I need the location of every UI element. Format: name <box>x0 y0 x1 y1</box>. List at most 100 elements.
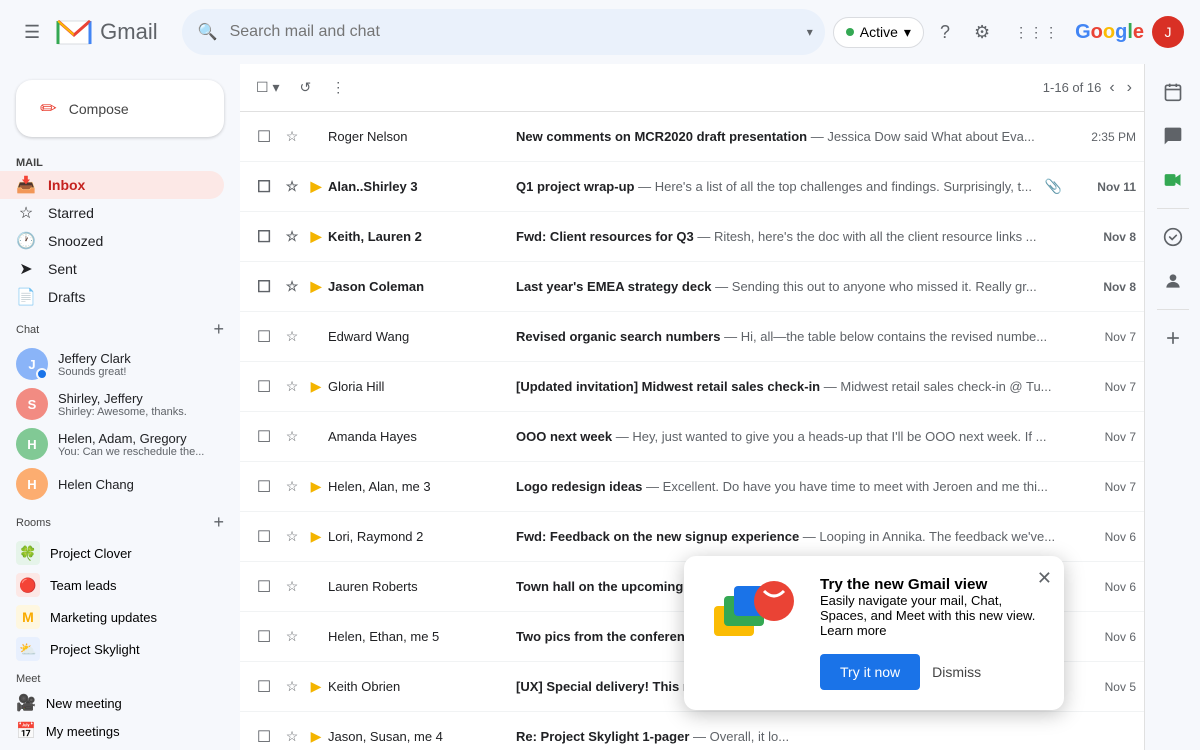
email-star-icon[interactable]: ☆ <box>280 378 304 395</box>
snoozed-label: Snoozed <box>48 233 103 249</box>
search-input[interactable] <box>182 9 825 55</box>
header-right: Active ▾ ? ⚙ ⋮⋮⋮ Google J <box>833 14 1184 51</box>
room-team-leads[interactable]: 🔴 Team leads <box>0 569 240 601</box>
meet-icon-btn[interactable] <box>1153 160 1193 200</box>
settings-button[interactable]: ⚙ <box>966 14 998 51</box>
meet-new-meeting[interactable]: 🎥 New meeting <box>0 689 240 717</box>
chat-user-jeffery[interactable]: J Jeffery Clark Sounds great! <box>0 344 240 384</box>
email-row[interactable]: ☐ ☆ ▶ Roger Nelson New comments on MCR20… <box>240 112 1144 162</box>
email-star-icon[interactable]: ☆ <box>280 178 304 195</box>
email-row[interactable]: ☐ ☆ ▶ Keith, Lauren 2 Fwd: Client resour… <box>240 212 1144 262</box>
sidebar-item-inbox[interactable]: 📥 Inbox <box>0 171 224 199</box>
more-options-button[interactable]: ⋮ <box>323 73 353 102</box>
prev-page-button[interactable]: ‹ <box>1105 75 1118 101</box>
email-sender: Jason, Susan, me 4 <box>328 729 508 744</box>
dismiss-button[interactable]: Dismiss <box>932 664 981 680</box>
chat-user-helen-chang[interactable]: H Helen Chang <box>0 464 240 504</box>
chat-user-status: Shirley: Awesome, thanks. <box>58 406 187 418</box>
email-checkbox[interactable]: ☐ <box>248 727 280 747</box>
compose-button[interactable]: ✏ Compose <box>16 80 224 137</box>
email-important-icon: ▶ <box>304 328 328 345</box>
people-icon-btn[interactable] <box>1153 261 1193 301</box>
email-star-icon[interactable]: ☆ <box>280 428 304 445</box>
email-sender: Roger Nelson <box>328 129 508 144</box>
email-important-icon: ▶ <box>304 128 328 145</box>
select-checkbox-button[interactable]: ☐ ▾ <box>248 73 287 102</box>
help-button[interactable]: ? <box>932 14 958 51</box>
email-star-icon[interactable]: ☆ <box>280 528 304 545</box>
email-sender: Lauren Roberts <box>328 579 508 594</box>
user-avatar[interactable]: J <box>1152 16 1184 48</box>
email-star-icon[interactable]: ☆ <box>280 678 304 695</box>
popup-card: ✕ <box>684 556 1064 710</box>
email-checkbox[interactable]: ☐ <box>248 127 280 147</box>
email-sender: Amanda Hayes <box>328 429 508 444</box>
email-star-icon[interactable]: ☆ <box>280 628 304 645</box>
email-subject: Fwd: Client resources for Q3 — Ritesh, h… <box>508 229 1066 244</box>
email-row[interactable]: ☐ ☆ ▶ Helen, Alan, me 3 Logo redesign id… <box>240 462 1144 512</box>
popup-text: Try the new Gmail view Easily navigate y… <box>820 576 1044 690</box>
inbox-icon: 📥 <box>16 175 36 195</box>
chat-user-info-helen-chang: Helen Chang <box>58 477 134 492</box>
email-important-icon: ▶ <box>304 428 328 445</box>
email-row[interactable]: ☐ ☆ ▶ Gloria Hill [Updated invitation] M… <box>240 362 1144 412</box>
chat-user-shirley[interactable]: S Shirley, Jeffery Shirley: Awesome, tha… <box>0 384 240 424</box>
refresh-button[interactable]: ↺ <box>291 73 319 102</box>
try-it-now-button[interactable]: Try it now <box>820 654 920 690</box>
email-checkbox[interactable]: ☐ <box>248 427 280 447</box>
email-time: Nov 8 <box>1066 230 1136 244</box>
chat-user-name: Helen Chang <box>58 477 134 492</box>
email-sender: Helen, Ethan, me 5 <box>328 629 508 644</box>
email-checkbox[interactable]: ☐ <box>248 177 280 197</box>
meet-my-meetings[interactable]: 📅 My meetings <box>0 717 240 745</box>
sidebar-item-snoozed[interactable]: 🕐 Snoozed <box>0 227 224 255</box>
calendar-icon-btn[interactable] <box>1153 72 1193 112</box>
next-page-button[interactable]: › <box>1123 75 1136 101</box>
email-star-icon[interactable]: ☆ <box>280 328 304 345</box>
popup-close-button[interactable]: ✕ <box>1037 568 1052 589</box>
email-star-icon[interactable]: ☆ <box>280 128 304 145</box>
email-checkbox[interactable]: ☐ <box>248 277 280 297</box>
gmail-m-icon <box>56 19 92 46</box>
sidebar-item-starred[interactable]: ☆ Starred <box>0 199 224 227</box>
tasks-icon-btn[interactable] <box>1153 217 1193 257</box>
room-project-clover[interactable]: 🍀 Project Clover <box>0 537 240 569</box>
email-star-icon[interactable]: ☆ <box>280 478 304 495</box>
active-status-badge[interactable]: Active ▾ <box>833 17 924 48</box>
email-star-icon[interactable]: ☆ <box>280 728 304 745</box>
email-checkbox[interactable]: ☐ <box>248 527 280 547</box>
email-checkbox[interactable]: ☐ <box>248 477 280 497</box>
email-checkbox[interactable]: ☐ <box>248 677 280 697</box>
active-dot <box>846 28 854 36</box>
search-dropdown-icon[interactable]: ▾ <box>807 25 813 39</box>
chat-icon-btn[interactable] <box>1153 116 1193 156</box>
sidebar-item-drafts[interactable]: 📄 Drafts <box>0 283 224 311</box>
email-time: Nov 5 <box>1066 680 1136 694</box>
email-checkbox[interactable]: ☐ <box>248 627 280 647</box>
email-star-icon[interactable]: ☆ <box>280 578 304 595</box>
email-star-icon[interactable]: ☆ <box>280 278 304 295</box>
sidebar-item-sent[interactable]: ➤ Sent <box>0 255 224 283</box>
email-checkbox[interactable]: ☐ <box>248 227 280 247</box>
add-chat-button[interactable]: + <box>213 319 224 340</box>
apps-button[interactable]: ⋮⋮⋮ <box>1006 16 1067 49</box>
email-checkbox[interactable]: ☐ <box>248 577 280 597</box>
hamburger-button[interactable]: ☰ <box>16 14 48 51</box>
learn-more-link[interactable]: Learn more <box>820 623 886 638</box>
email-checkbox[interactable]: ☐ <box>248 377 280 397</box>
email-star-icon[interactable]: ☆ <box>280 228 304 245</box>
add-room-button[interactable]: + <box>213 512 224 533</box>
chat-user-helen-adam[interactable]: H Helen, Adam, Gregory You: Can we resch… <box>0 424 240 464</box>
room-marketing-updates[interactable]: M Marketing updates <box>0 601 240 633</box>
starred-label: Starred <box>48 205 94 221</box>
email-row[interactable]: ☐ ☆ ▶ Alan..Shirley 3 Q1 project wrap-up… <box>240 162 1144 212</box>
email-row[interactable]: ☐ ☆ ▶ Edward Wang Revised organic search… <box>240 312 1144 362</box>
email-row[interactable]: ☐ ☆ ▶ Lori, Raymond 2 Fwd: Feedback on t… <box>240 512 1144 562</box>
add-icon-btn[interactable] <box>1153 318 1193 358</box>
email-row[interactable]: ☐ ☆ ▶ Jason, Susan, me 4 Re: Project Sky… <box>240 712 1144 750</box>
my-meetings-label: My meetings <box>46 724 120 739</box>
email-row[interactable]: ☐ ☆ ▶ Amanda Hayes OOO next week — Hey, … <box>240 412 1144 462</box>
room-project-skylight[interactable]: ⛅ Project Skylight <box>0 633 240 665</box>
email-row[interactable]: ☐ ☆ ▶ Jason Coleman Last year's EMEA str… <box>240 262 1144 312</box>
email-checkbox[interactable]: ☐ <box>248 327 280 347</box>
